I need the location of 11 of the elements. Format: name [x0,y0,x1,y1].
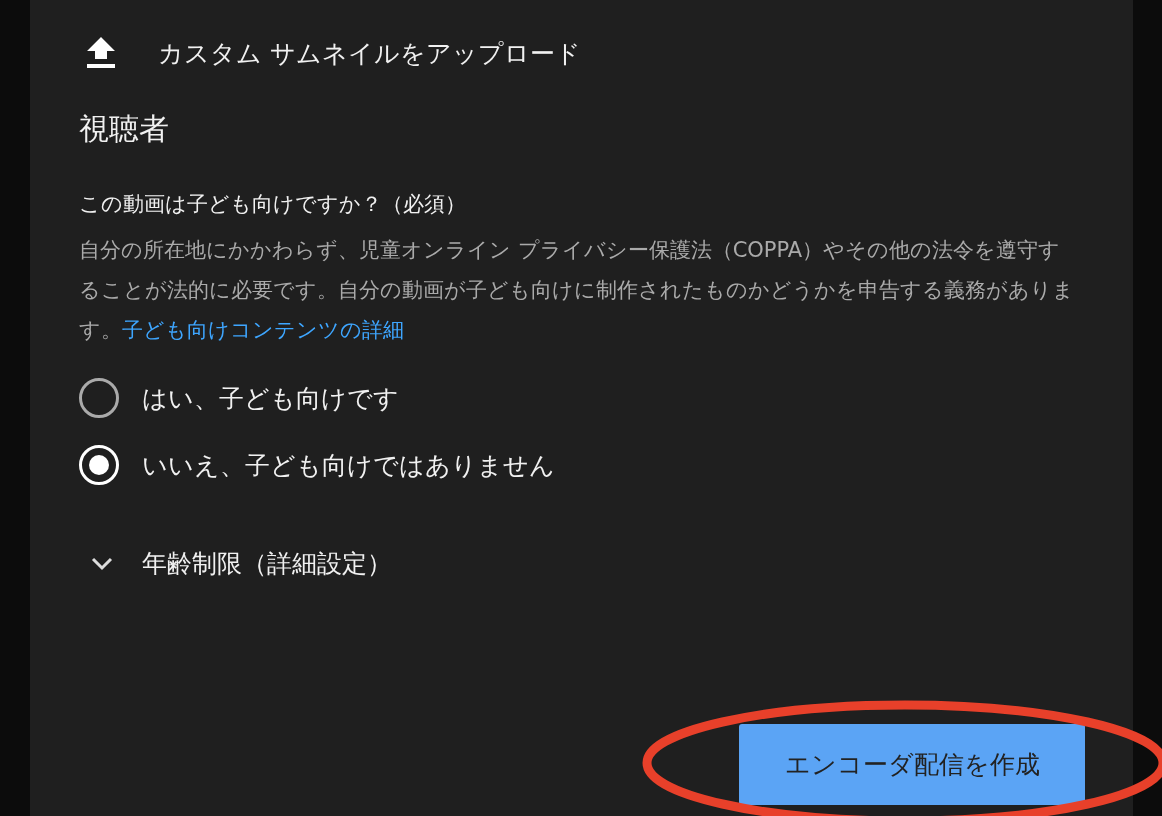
question-text: この動画は子ども向けですか？（必須） [79,191,467,218]
upload-thumbnail-link[interactable]: カスタム サムネイルをアップロード [86,35,581,71]
description-text: 自分の所在地にかかわらず、児童オンライン プライバシー保護法（COPPA）やその他の法令を遵守することが法的に必要です。自分の動画が子ども向けに制作されたものかどうかを申告する義務があります。子ども向けコンテンツの詳細 [79,237,1075,344]
age-restriction-toggle[interactable]: 年齢制限（詳細設定） [90,547,392,580]
radio-option[interactable]: いいえ、子ども向けではありません [79,445,555,485]
create-stream-button[interactable]: エンコーダ配信を作成 [739,724,1085,805]
radio-option[interactable]: はい、子ども向けです [79,378,399,418]
learn-more-link[interactable]: 子ども向けコンテンツの詳細 [122,318,404,342]
radio-button[interactable] [79,378,119,418]
section-heading: 視聴者 [79,110,170,148]
upload-icon [86,37,116,69]
